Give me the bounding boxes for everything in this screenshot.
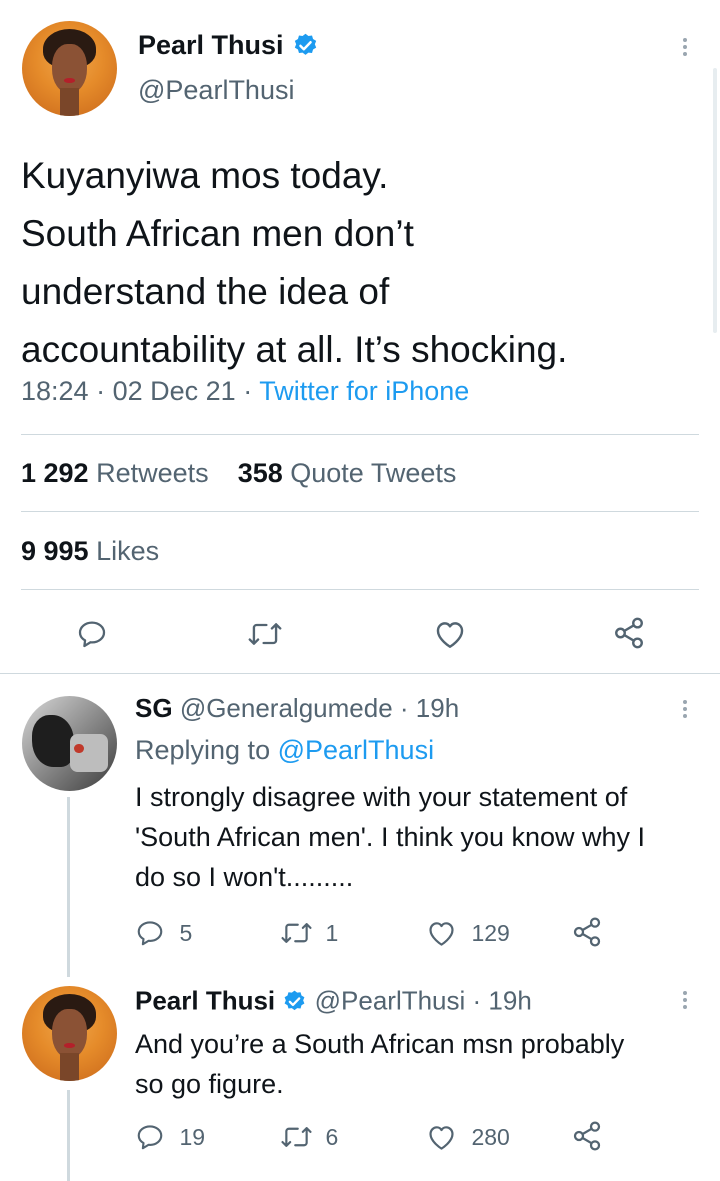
tweet-text-line: I strongly disagree with your statement … xyxy=(135,782,628,812)
author-name[interactable]: SG xyxy=(135,693,173,723)
thread-line xyxy=(67,797,70,977)
tweet-time: 18:24 xyxy=(21,376,89,406)
share-button[interactable] xyxy=(571,1120,603,1152)
more-options-icon[interactable] xyxy=(681,700,689,721)
more-options-icon[interactable] xyxy=(681,991,689,1012)
heart-icon xyxy=(429,922,454,946)
author-name-row: Pearl Thusi xyxy=(138,30,319,62)
author-handle[interactable]: @PearlThusi xyxy=(315,986,466,1016)
share-icon xyxy=(615,617,643,649)
avatar[interactable] xyxy=(22,986,117,1081)
reply-count: 5 xyxy=(179,919,193,946)
like-button[interactable] xyxy=(433,618,467,650)
reply-button[interactable] xyxy=(76,618,108,650)
like-button[interactable]: 280 xyxy=(426,1122,510,1152)
avatar[interactable] xyxy=(22,21,117,116)
tweet-text-line: understand the idea of xyxy=(21,271,390,312)
retweet-button[interactable]: 6 xyxy=(280,1122,338,1152)
divider xyxy=(21,434,699,435)
tweet-date: 02 Dec 21 xyxy=(112,376,236,406)
like-count: 280 xyxy=(471,1123,510,1150)
tweet-age: · 19h xyxy=(472,985,532,1016)
divider xyxy=(21,589,699,590)
verified-badge-icon xyxy=(294,33,317,55)
retweets-stat[interactable]: 1 292 Retweets xyxy=(21,458,216,488)
tweet-meta: 18:24 · 02 Dec 21 · Twitter for iPhone xyxy=(21,376,470,406)
divider xyxy=(21,511,699,512)
heart-icon xyxy=(429,1126,454,1150)
quotes-count: 358 xyxy=(237,458,283,488)
reply-button[interactable]: 5 xyxy=(135,918,192,948)
tweet-text-line: Kuyanyiwa mos today. xyxy=(21,155,389,196)
retweet-count: 1 xyxy=(325,919,339,946)
retweet-button[interactable] xyxy=(247,618,283,650)
avatar[interactable] xyxy=(22,696,117,791)
like-count: 129 xyxy=(471,919,510,946)
tweet-text-line: South African men don’t xyxy=(21,213,414,254)
author-name[interactable]: Pearl Thusi xyxy=(135,986,275,1016)
tweet-text-line: accountability at all. It’s shocking. xyxy=(21,329,568,370)
tweet-text-line: do so I won't......... xyxy=(135,862,354,892)
more-options-icon[interactable] xyxy=(681,38,689,59)
like-button[interactable]: 129 xyxy=(426,918,510,948)
tweet-text-line: so go figure. xyxy=(135,1069,284,1099)
retweet-icon xyxy=(281,923,312,943)
section-divider xyxy=(0,673,720,674)
share-icon xyxy=(573,1121,601,1151)
reply-header: Pearl Thusi @PearlThusi · 19h xyxy=(135,984,532,1017)
retweet-button[interactable]: 1 xyxy=(280,918,338,948)
retweet-count: 6 xyxy=(325,1123,339,1150)
retweets-count: 1 292 xyxy=(21,458,89,488)
tweet-text: And you’re a South African msn probably … xyxy=(135,1024,624,1104)
share-icon xyxy=(573,917,601,947)
tweet-text: Kuyanyiwa mos today. South African men d… xyxy=(21,147,711,379)
share-button[interactable] xyxy=(571,916,603,948)
likes-count: 9 995 xyxy=(21,536,89,566)
reply-icon xyxy=(78,621,106,648)
retweets-label: Retweets xyxy=(96,458,209,488)
likes-stat[interactable]: 9 995 Likes xyxy=(21,536,159,567)
author-handle[interactable]: @PearlThusi xyxy=(138,75,294,106)
replying-to-handle[interactable]: @PearlThusi xyxy=(278,735,434,765)
retweet-icon xyxy=(248,623,282,645)
likes-label: Likes xyxy=(96,536,160,566)
quotes-label: Quote Tweets xyxy=(290,458,457,488)
tweet-source-link[interactable]: Twitter for iPhone xyxy=(259,376,469,406)
tweet-text-line: And you’re a South African msn probably xyxy=(135,1029,625,1059)
reply-header: SG @Generalgumede · 19h xyxy=(135,693,459,724)
scrollbar[interactable] xyxy=(713,68,717,333)
reply-count: 19 xyxy=(179,1123,206,1150)
verified-badge-icon xyxy=(284,990,305,1010)
tweet-age: · 19h xyxy=(399,693,460,723)
tweet-text-line: 'South African men'. I think you know wh… xyxy=(135,822,646,852)
heart-icon xyxy=(436,622,464,648)
replying-to: Replying to @PearlThusi xyxy=(135,735,434,766)
replying-to-label: Replying to xyxy=(135,735,271,765)
author-handle[interactable]: @Generalgumede xyxy=(180,693,393,723)
retweet-icon xyxy=(281,1127,312,1147)
reply-icon xyxy=(137,1125,163,1150)
quotes-stat[interactable]: 358 Quote Tweets xyxy=(238,458,457,488)
author-name[interactable]: Pearl Thusi xyxy=(138,30,284,60)
engagement-stats: 1 292 Retweets 358 Quote Tweets xyxy=(21,458,456,489)
thread-line xyxy=(67,1090,70,1181)
share-button[interactable] xyxy=(612,616,646,650)
reply-icon xyxy=(137,921,163,946)
reply-button[interactable]: 19 xyxy=(135,1122,205,1152)
tweet-text: I strongly disagree with your statement … xyxy=(135,777,645,897)
